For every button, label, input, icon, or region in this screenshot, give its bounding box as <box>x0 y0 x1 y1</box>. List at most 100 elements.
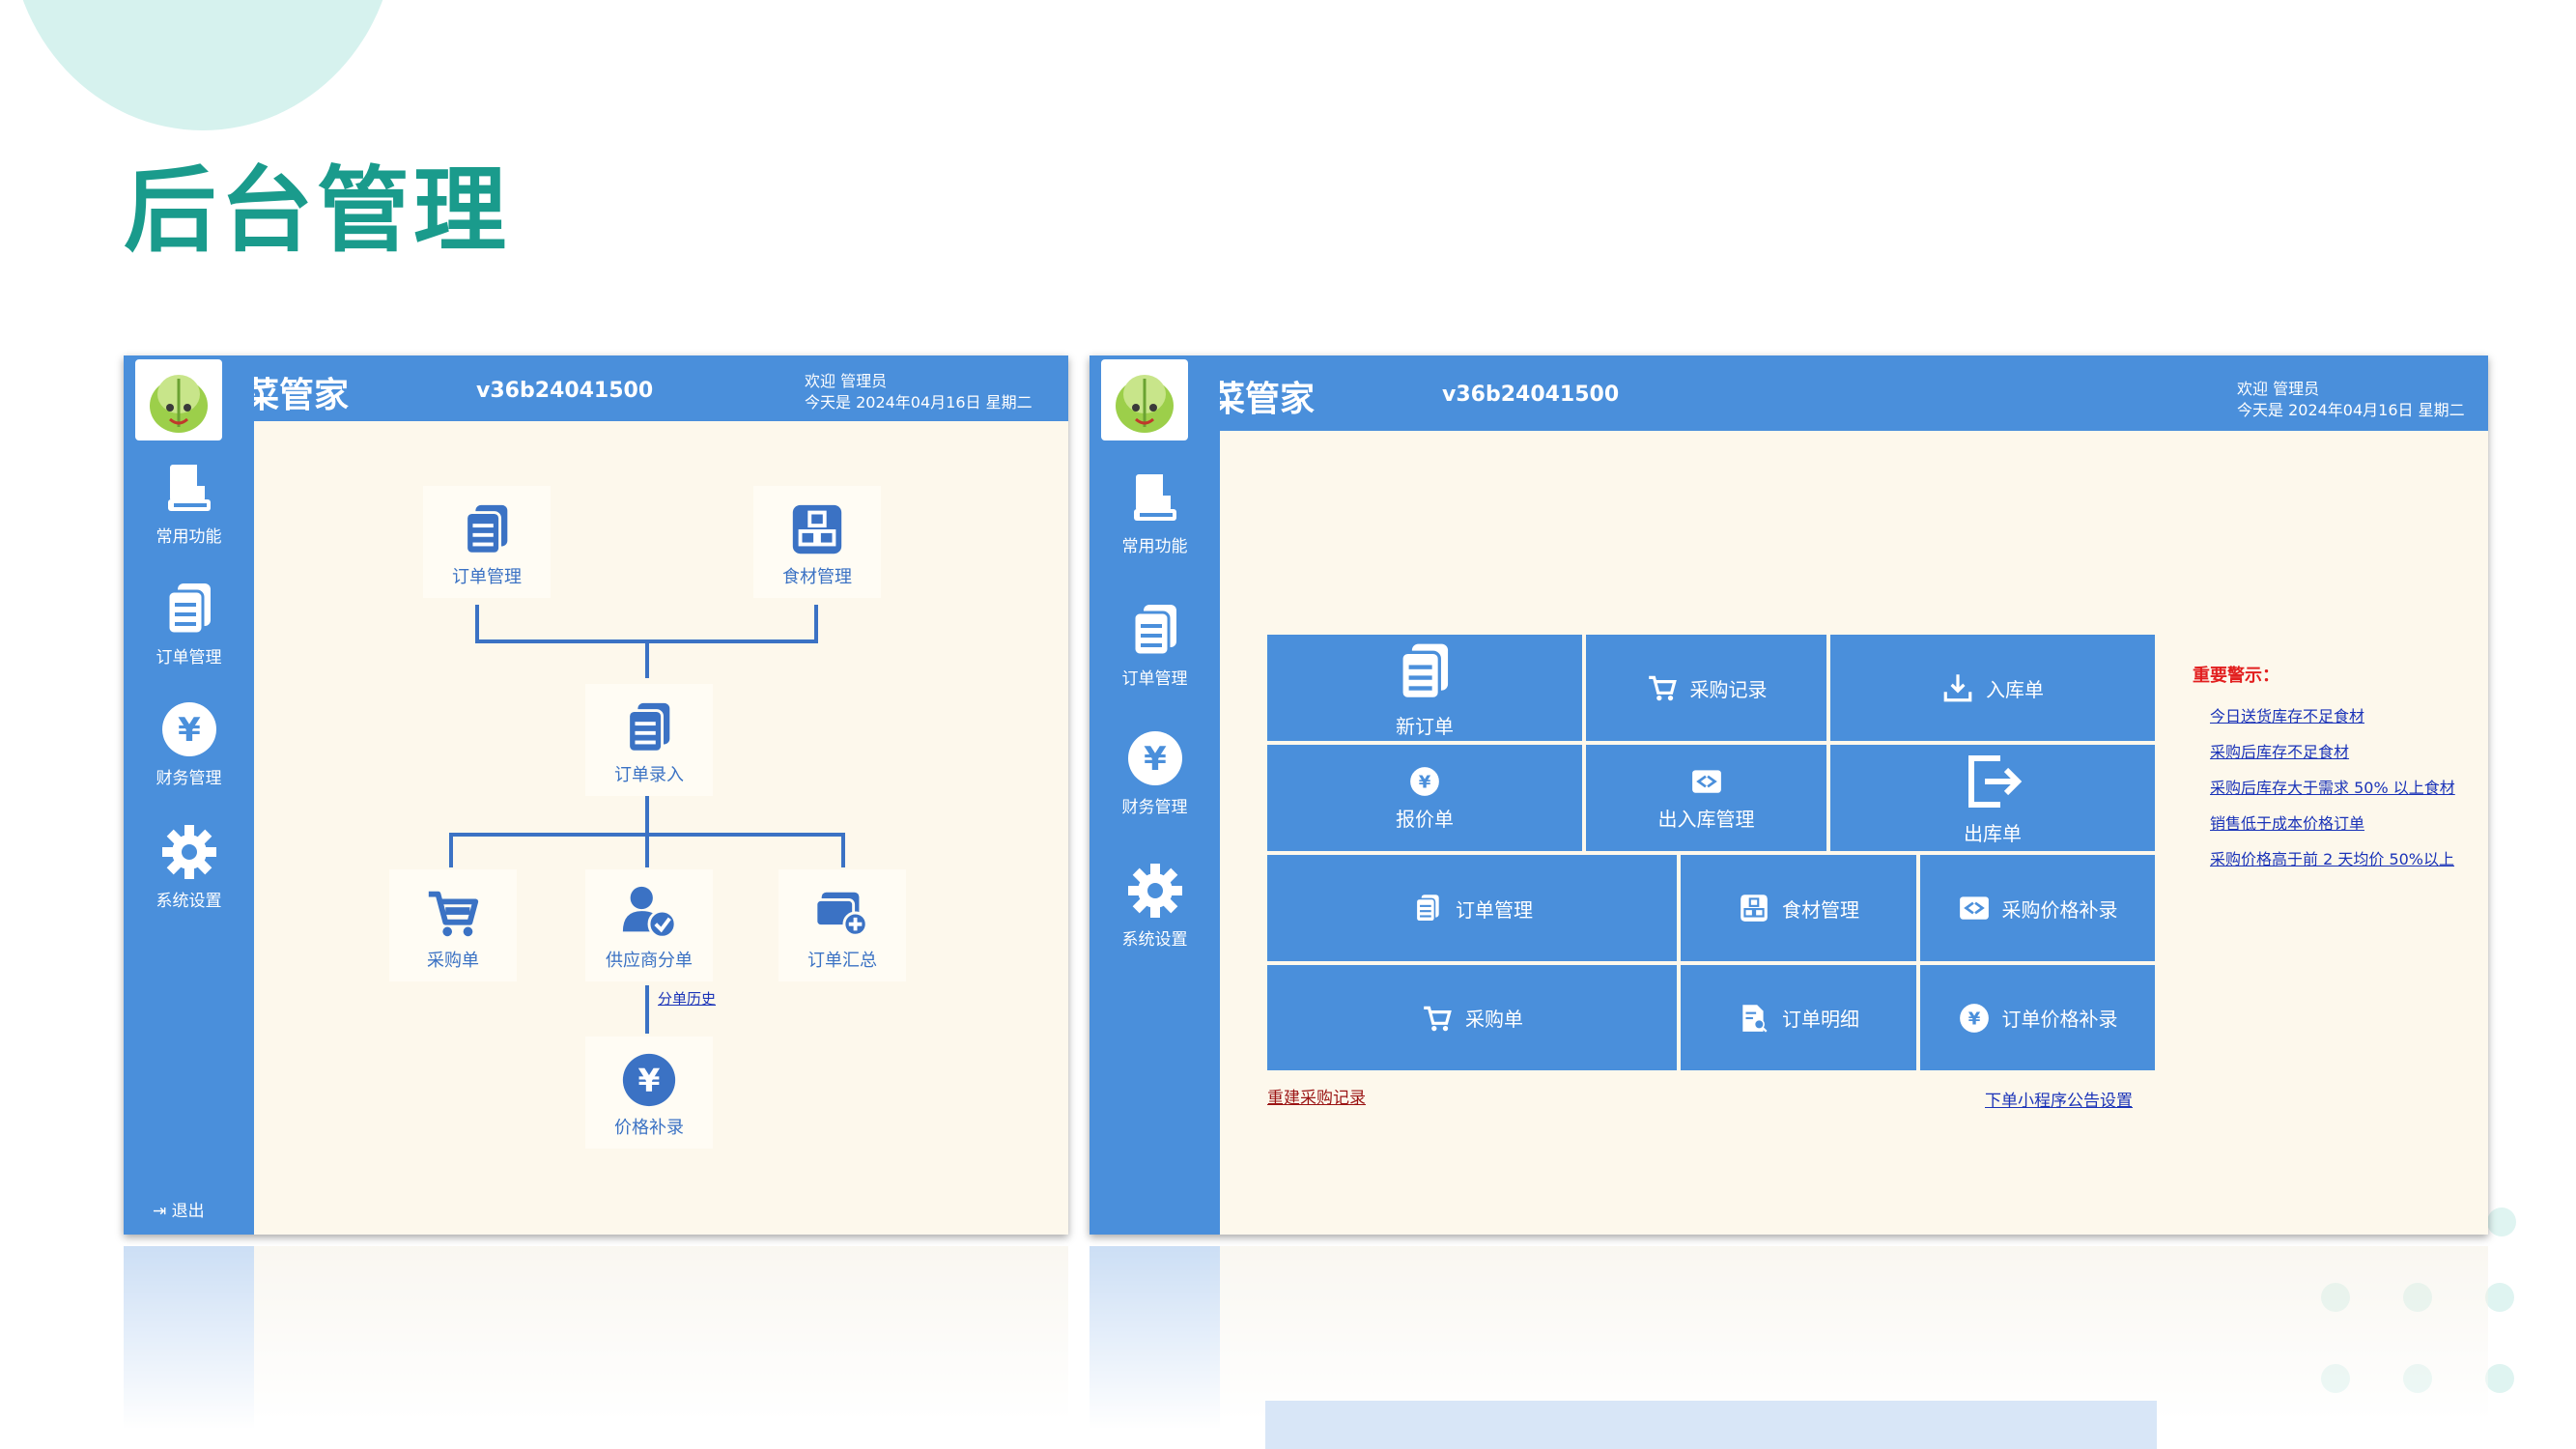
svg-text:¥: ¥ <box>178 711 201 750</box>
logout-button[interactable]: ⇥ 退出 <box>153 1197 205 1221</box>
sidebar-item-label: 常用功能 <box>156 527 222 547</box>
order-price-supplement-button[interactable]: ¥ 订单价格补录 <box>1918 963 2157 1072</box>
cell-label: 食材管理 <box>1782 897 1859 922</box>
inout-mgmt-button[interactable]: 出入库管理 <box>1584 743 1828 853</box>
transfer-icon <box>1959 896 1989 920</box>
stock-in-button[interactable]: 入库单 <box>1828 633 2157 743</box>
quote-button[interactable]: ¥ 报价单 <box>1265 743 1584 853</box>
purchase-price-supplement-button[interactable]: 采购价格补录 <box>1918 853 2157 963</box>
order-mgmt-button[interactable]: 订单管理 <box>1265 853 1679 963</box>
svg-text:¥: ¥ <box>1419 772 1431 792</box>
food-boxes-icon <box>792 504 842 554</box>
alert-link[interactable]: 采购价格高于前 2 天均价 50%以上 <box>2210 846 2454 869</box>
svg-text:¥: ¥ <box>638 1062 661 1099</box>
cell-label: 入库单 <box>1986 677 2044 701</box>
function-grid: 新订单 采购记录 入库单 ¥ 报价单 出入库管理 出库单 订单管理 食材管理 采… <box>1265 633 2157 1072</box>
sidebar-item-label: 财务管理 <box>1121 798 1188 817</box>
sidebar-item-orders[interactable]: 订单管理 <box>1090 599 1220 689</box>
food-boxes-icon <box>1741 895 1768 922</box>
decorative-dot <box>2485 1283 2514 1312</box>
rebuild-purchase-link[interactable]: 重建采购记录 <box>1267 1084 1366 1108</box>
flow-connector <box>814 605 818 641</box>
version-label: v36b24041500 <box>476 379 654 403</box>
decorative-dot <box>2487 1208 2516 1236</box>
flow-node-order-entry[interactable]: 订单录入 <box>585 684 713 796</box>
decorative-circle <box>10 0 396 130</box>
flow-node-label: 订单汇总 <box>807 951 877 971</box>
today-date: 今天是 2024年04月16日 星期二 <box>2237 401 2465 419</box>
sidebar-item-finance[interactable]: ¥ 财务管理 <box>1090 727 1220 817</box>
alerts-title: 重要警示： <box>2193 666 2279 686</box>
flow-node-order-summary[interactable]: 订单汇总 <box>778 869 906 981</box>
document-search-icon <box>1742 1004 1768 1033</box>
sidebar-item-common[interactable]: 常用功能 <box>124 457 254 547</box>
flow-node-purchase-order[interactable]: 采购单 <box>389 869 517 981</box>
alert-link[interactable]: 采购后库存大于需求 50% 以上食材 <box>2210 775 2455 798</box>
brand-name: 菜管家 <box>244 376 350 415</box>
sidebar-item-label: 订单管理 <box>1121 669 1188 689</box>
decorative-dot <box>2485 1364 2514 1393</box>
order-document-icon <box>1415 895 1439 923</box>
svg-text:¥: ¥ <box>1144 740 1167 779</box>
order-document-icon <box>465 504 508 555</box>
top-bar: 菜管家 v36b24041500 欢迎 管理员 今天是 2024年04月16日 … <box>1090 355 2488 431</box>
sidebar: 常用功能 订单管理 ¥ 财务管理 <box>124 355 254 1235</box>
cell-label: 采购单 <box>1465 1008 1523 1031</box>
flow-connector <box>475 605 479 641</box>
flow-connector <box>449 833 453 867</box>
welcome-info: 欢迎 管理员 今天是 2024年04月16日 星期二 <box>2237 379 2465 421</box>
order-document-icon <box>1400 643 1449 700</box>
brand-name: 菜管家 <box>1210 380 1316 419</box>
flow-node-price-supplement[interactable]: ¥ 价格补录 <box>585 1037 713 1149</box>
version-label: v36b24041500 <box>1442 383 1620 407</box>
yen-coin-icon: ¥ <box>1410 766 1439 796</box>
purchase-records-button[interactable]: 采购记录 <box>1584 633 1828 743</box>
logout-icon: ⇥ <box>153 1202 167 1221</box>
sidebar-item-common[interactable]: 常用功能 <box>1090 467 1220 556</box>
sidebar-item-orders[interactable]: 订单管理 <box>124 578 254 668</box>
order-document-icon <box>166 583 211 636</box>
yen-coin-icon: ¥ <box>161 702 216 756</box>
cell-label: 采购记录 <box>1689 677 1768 701</box>
notice-settings-link[interactable]: 下单小程序公告设置 <box>1985 1087 2133 1111</box>
flow-node-order-mgmt[interactable]: 订单管理 <box>423 486 551 598</box>
welcome-user: 欢迎 管理员 <box>2237 380 2320 398</box>
sidebar-item-label: 系统设置 <box>1121 930 1188 950</box>
alert-link[interactable]: 今日送货库存不足食材 <box>2210 703 2364 726</box>
sidebar-item-label: 订单管理 <box>156 648 222 668</box>
cart-icon <box>428 891 479 937</box>
purchase-order-button[interactable]: 采购单 <box>1265 963 1679 1072</box>
yen-coin-icon: ¥ <box>622 1053 676 1107</box>
order-detail-button[interactable]: 订单明细 <box>1679 963 1918 1072</box>
cell-label: 订单明细 <box>1782 1008 1859 1031</box>
export-icon <box>1968 754 2023 808</box>
flow-connector <box>645 639 649 678</box>
supplier-check-icon <box>622 886 677 939</box>
flow-node-label: 价格补录 <box>614 1118 684 1138</box>
cell-label: 新订单 <box>1396 714 1454 738</box>
split-history-link[interactable]: 分单历史 <box>658 988 716 1009</box>
flow-node-label: 订单管理 <box>452 567 522 587</box>
book-icon <box>167 465 211 511</box>
alert-link[interactable]: 采购后库存不足食材 <box>2210 739 2349 762</box>
sidebar-item-finance[interactable]: ¥ 财务管理 <box>124 698 254 788</box>
cell-label: 报价单 <box>1396 807 1454 831</box>
flow-node-label: 食材管理 <box>782 567 852 587</box>
download-icon <box>1943 674 1972 702</box>
stock-out-button[interactable]: 出库单 <box>1828 743 2157 853</box>
flow-node-label: 订单录入 <box>614 765 684 785</box>
flow-node-supplier-split[interactable]: 供应商分单 <box>585 869 713 981</box>
sidebar-item-settings[interactable]: 系统设置 <box>124 821 254 911</box>
gear-icon <box>1127 864 1182 918</box>
new-order-button[interactable]: 新订单 <box>1265 633 1584 743</box>
yen-coin-icon: ¥ <box>1959 1003 1989 1033</box>
flow-node-food-mgmt[interactable]: 食材管理 <box>753 486 881 598</box>
cell-label: 采购价格补录 <box>2001 897 2118 922</box>
flow-connector <box>841 833 845 867</box>
order-document-icon <box>1132 605 1176 657</box>
transfer-icon <box>1691 769 1721 793</box>
food-mgmt-button[interactable]: 食材管理 <box>1679 853 1918 963</box>
alert-link[interactable]: 销售低于成本价格订单 <box>2210 810 2364 834</box>
sidebar-item-settings[interactable]: 系统设置 <box>1090 860 1220 950</box>
svg-text:¥: ¥ <box>1967 1009 1980 1029</box>
